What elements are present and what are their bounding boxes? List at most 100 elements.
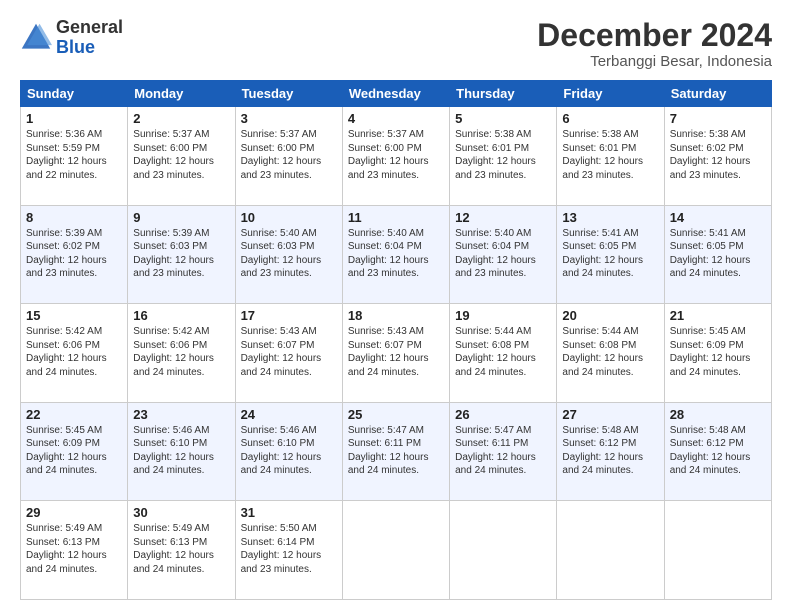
day-number: 8: [26, 210, 122, 225]
calendar-day-cell: 14Sunrise: 5:41 AM Sunset: 6:05 PM Dayli…: [664, 205, 771, 304]
logo-line2: Blue: [56, 37, 95, 57]
day-number: 16: [133, 308, 229, 323]
calendar-week-row: 22Sunrise: 5:45 AM Sunset: 6:09 PM Dayli…: [21, 402, 772, 501]
calendar-day-header: Friday: [557, 81, 664, 107]
calendar-week-row: 15Sunrise: 5:42 AM Sunset: 6:06 PM Dayli…: [21, 304, 772, 403]
calendar-day-cell: 25Sunrise: 5:47 AM Sunset: 6:11 PM Dayli…: [342, 402, 449, 501]
calendar-week-row: 29 Sunrise: 5:49 AM Sunset: 6:13 PM Dayli…: [21, 501, 772, 600]
day-info: Sunrise: 5:38 AM Sunset: 6:02 PM Dayligh…: [670, 128, 766, 182]
day-number: 6: [562, 111, 658, 126]
day-info: Sunrise: 5:41 AM Sunset: 6:05 PM Dayligh…: [562, 227, 658, 281]
day-info: Sunrise: 5:49 AM Sunset: 6:13 PM Dayligh…: [133, 522, 229, 576]
day-number: 5: [455, 111, 551, 126]
day-number: 12: [455, 210, 551, 225]
calendar-day-cell: 5 Sunrise: 5:38 AM Sunset: 6:01 PM Daylig…: [450, 107, 557, 206]
calendar-day-cell: 31 Sunrise: 5:50 AM Sunset: 6:14 PM Dayli…: [235, 501, 342, 600]
calendar-day-cell: 16 Sunrise: 5:42 AM Sunset: 6:06 PM Dayli…: [128, 304, 235, 403]
logo-line1: General: [56, 18, 123, 38]
day-info: Sunrise: 5:45 AM Sunset: 6:09 PM Dayligh…: [670, 325, 766, 379]
day-number: 23: [133, 407, 229, 422]
day-number: 18: [348, 308, 444, 323]
header: General Blue December 2024 Terbanggi Bes…: [20, 18, 772, 70]
day-info: Sunrise: 5:45 AM Sunset: 6:09 PM Dayligh…: [26, 424, 122, 478]
day-number: 11: [348, 210, 444, 225]
calendar-day-cell: 4 Sunrise: 5:37 AM Sunset: 6:00 PM Daylig…: [342, 107, 449, 206]
calendar-day-cell: [342, 501, 449, 600]
day-number: 4: [348, 111, 444, 126]
day-number: 13: [562, 210, 658, 225]
calendar-day-cell: 13 Sunrise: 5:41 AM Sunset: 6:05 PM Dayli…: [557, 205, 664, 304]
calendar-day-cell: 24Sunrise: 5:46 AM Sunset: 6:10 PM Dayli…: [235, 402, 342, 501]
day-info: Sunrise: 5:37 AM Sunset: 6:00 PM Dayligh…: [241, 128, 337, 182]
calendar-day-cell: 22Sunrise: 5:45 AM Sunset: 6:09 PM Dayli…: [21, 402, 128, 501]
calendar-day-cell: 2Sunrise: 5:37 AM Sunset: 6:00 PM Daylig…: [128, 107, 235, 206]
day-number: 14: [670, 210, 766, 225]
day-info: Sunrise: 5:40 AM Sunset: 6:04 PM Dayligh…: [455, 227, 551, 281]
day-number: 29: [26, 505, 122, 520]
calendar-day-header: Monday: [128, 81, 235, 107]
calendar-day-cell: 11Sunrise: 5:40 AM Sunset: 6:04 PM Dayli…: [342, 205, 449, 304]
calendar-day-cell: 19 Sunrise: 5:44 AM Sunset: 6:08 PM Dayli…: [450, 304, 557, 403]
month-title: December 2024: [537, 18, 772, 53]
day-info: Sunrise: 5:39 AM Sunset: 6:02 PM Dayligh…: [26, 227, 122, 281]
logo-icon: [20, 22, 52, 54]
day-number: 1: [26, 111, 122, 126]
day-number: 9: [133, 210, 229, 225]
day-info: Sunrise: 5:46 AM Sunset: 6:10 PM Dayligh…: [241, 424, 337, 478]
day-number: 30: [133, 505, 229, 520]
day-number: 3: [241, 111, 337, 126]
day-info: Sunrise: 5:36 AM Sunset: 5:59 PM Dayligh…: [26, 128, 122, 182]
day-info: Sunrise: 5:48 AM Sunset: 6:12 PM Dayligh…: [562, 424, 658, 478]
calendar-header-row: SundayMondayTuesdayWednesdayThursdayFrid…: [21, 81, 772, 107]
day-number: 20: [562, 308, 658, 323]
day-info: Sunrise: 5:43 AM Sunset: 6:07 PM Dayligh…: [241, 325, 337, 379]
calendar-day-cell: 12 Sunrise: 5:40 AM Sunset: 6:04 PM Dayli…: [450, 205, 557, 304]
day-info: Sunrise: 5:44 AM Sunset: 6:08 PM Dayligh…: [562, 325, 658, 379]
calendar-day-cell: 21 Sunrise: 5:45 AM Sunset: 6:09 PM Dayli…: [664, 304, 771, 403]
day-number: 7: [670, 111, 766, 126]
calendar-day-cell: 10 Sunrise: 5:40 AM Sunset: 6:03 PM Dayli…: [235, 205, 342, 304]
calendar-day-cell: 15Sunrise: 5:42 AM Sunset: 6:06 PM Dayli…: [21, 304, 128, 403]
day-number: 26: [455, 407, 551, 422]
day-info: Sunrise: 5:50 AM Sunset: 6:14 PM Dayligh…: [241, 522, 337, 576]
calendar-day-cell: 7 Sunrise: 5:38 AM Sunset: 6:02 PM Daylig…: [664, 107, 771, 206]
calendar-day-cell: 3 Sunrise: 5:37 AM Sunset: 6:00 PM Daylig…: [235, 107, 342, 206]
logo: General Blue: [20, 18, 123, 58]
calendar-day-cell: 27Sunrise: 5:48 AM Sunset: 6:12 PM Dayli…: [557, 402, 664, 501]
day-info: Sunrise: 5:40 AM Sunset: 6:03 PM Dayligh…: [241, 227, 337, 281]
calendar-day-cell: 30 Sunrise: 5:49 AM Sunset: 6:13 PM Dayli…: [128, 501, 235, 600]
calendar-day-cell: 9Sunrise: 5:39 AM Sunset: 6:03 PM Daylig…: [128, 205, 235, 304]
calendar-day-header: Thursday: [450, 81, 557, 107]
day-info: Sunrise: 5:37 AM Sunset: 6:00 PM Dayligh…: [348, 128, 444, 182]
calendar-week-row: 8 Sunrise: 5:39 AM Sunset: 6:02 PM Daylig…: [21, 205, 772, 304]
day-number: 21: [670, 308, 766, 323]
day-number: 10: [241, 210, 337, 225]
day-info: Sunrise: 5:38 AM Sunset: 6:01 PM Dayligh…: [455, 128, 551, 182]
calendar-day-cell: 8 Sunrise: 5:39 AM Sunset: 6:02 PM Daylig…: [21, 205, 128, 304]
calendar-week-row: 1 Sunrise: 5:36 AM Sunset: 5:59 PM Daylig…: [21, 107, 772, 206]
day-info: Sunrise: 5:46 AM Sunset: 6:10 PM Dayligh…: [133, 424, 229, 478]
title-block: December 2024 Terbanggi Besar, Indonesia: [537, 18, 772, 70]
day-info: Sunrise: 5:44 AM Sunset: 6:08 PM Dayligh…: [455, 325, 551, 379]
day-info: Sunrise: 5:49 AM Sunset: 6:13 PM Dayligh…: [26, 522, 122, 576]
calendar-day-header: Tuesday: [235, 81, 342, 107]
subtitle: Terbanggi Besar, Indonesia: [537, 53, 772, 70]
calendar-day-cell: 18Sunrise: 5:43 AM Sunset: 6:07 PM Dayli…: [342, 304, 449, 403]
day-info: Sunrise: 5:48 AM Sunset: 6:12 PM Dayligh…: [670, 424, 766, 478]
calendar-day-cell: 20 Sunrise: 5:44 AM Sunset: 6:08 PM Dayli…: [557, 304, 664, 403]
day-number: 19: [455, 308, 551, 323]
calendar-table: SundayMondayTuesdayWednesdayThursdayFrid…: [20, 80, 772, 600]
day-info: Sunrise: 5:37 AM Sunset: 6:00 PM Dayligh…: [133, 128, 229, 182]
day-info: Sunrise: 5:42 AM Sunset: 6:06 PM Dayligh…: [133, 325, 229, 379]
day-info: Sunrise: 5:38 AM Sunset: 6:01 PM Dayligh…: [562, 128, 658, 182]
logo-text: General Blue: [56, 18, 123, 58]
calendar-day-header: Saturday: [664, 81, 771, 107]
calendar-day-cell: 23 Sunrise: 5:46 AM Sunset: 6:10 PM Dayli…: [128, 402, 235, 501]
page: General Blue December 2024 Terbanggi Bes…: [0, 0, 792, 612]
calendar-day-cell: 6 Sunrise: 5:38 AM Sunset: 6:01 PM Daylig…: [557, 107, 664, 206]
day-number: 31: [241, 505, 337, 520]
calendar-day-cell: [557, 501, 664, 600]
day-info: Sunrise: 5:47 AM Sunset: 6:11 PM Dayligh…: [348, 424, 444, 478]
calendar-day-header: Sunday: [21, 81, 128, 107]
day-info: Sunrise: 5:42 AM Sunset: 6:06 PM Dayligh…: [26, 325, 122, 379]
